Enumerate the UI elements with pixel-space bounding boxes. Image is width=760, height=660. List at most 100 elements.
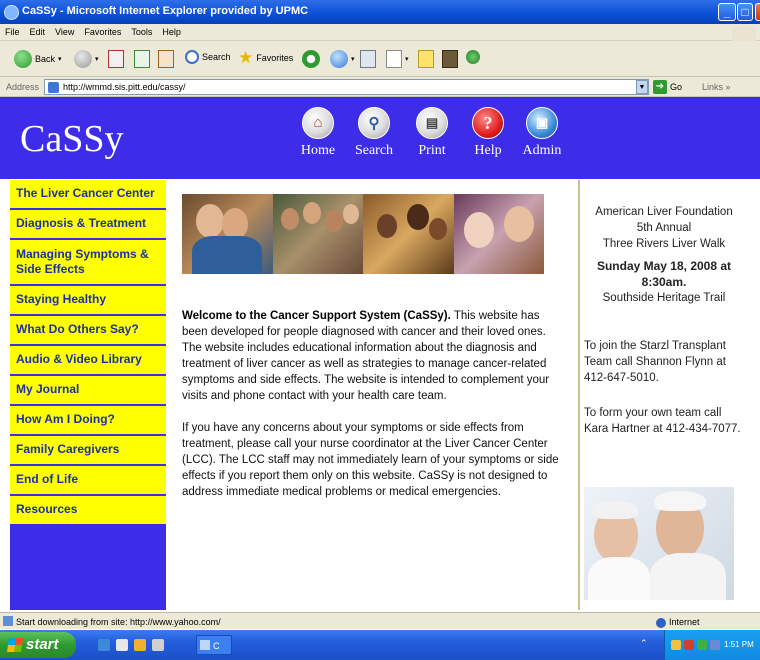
menu-favorites[interactable]: Favorites [79,24,126,37]
taskbar: start C ⌃ 1:51 PM [0,630,760,660]
zone-label: Internet [669,617,700,627]
maximize-button[interactable]: □ [737,3,753,21]
window-title-bar: CaSSy - Microsoft Internet Explorer prov… [0,0,760,24]
mail-icon [330,50,348,68]
print-icon: ▤ [416,107,448,139]
hero-photo-strip [182,194,544,274]
edit-button[interactable]: ▾ [386,50,409,68]
refresh-button[interactable] [134,50,150,68]
nav-liver-cancer-center[interactable]: The Liver Cancer Center [10,180,166,210]
walk-location: Southside Heritage Trail [602,292,726,304]
menu-bar: File Edit View Favorites Tools Help [0,24,760,41]
walk-org: American Liver Foundation [595,206,733,218]
ie-quicklaunch-icon[interactable] [98,639,110,651]
address-label: Address [6,82,40,92]
taskbar-window-button[interactable]: C [196,635,232,655]
admin-icon: ▣ [526,107,558,139]
go-label: Go [670,82,683,92]
nav-home-button[interactable]: ⌂ Home [290,107,346,159]
address-dropdown-icon[interactable]: ▼ [636,80,648,94]
history-icon [302,50,320,68]
home-icon: ⌂ [302,107,334,139]
photo-elderly-men [584,487,734,600]
nav-end-of-life[interactable]: End of Life [10,466,166,496]
download-icon [3,616,13,626]
main-content: Welcome to the Cancer Support System (Ca… [182,308,567,516]
status-bar: Start downloading from site: http://www.… [0,612,760,629]
nav-managing-symptoms[interactable]: Managing Symptoms & Side Effects [10,240,166,286]
start-label: start [26,636,59,653]
site-header: CaSSy ⌂ Home ⚲ Search ▤ Print ? Help ▣ A… [0,97,760,179]
favorites-toolbar-button[interactable]: ★ Favorites [238,48,294,67]
minimize-button[interactable]: _ [718,3,736,21]
folder-icon [418,50,434,68]
tray-icon-4[interactable] [710,640,720,650]
join-team-info: To join the Starzl Transplant Team call … [584,340,726,384]
photo-family-group [272,194,363,274]
outlook-quicklaunch-icon[interactable] [152,639,164,651]
nav-admin-label: Admin [522,143,562,158]
menu-view[interactable]: View [50,24,79,37]
welcome-paragraph: Welcome to the Cancer Support System (Ca… [182,308,567,404]
site-logo[interactable]: CaSSy [20,117,123,161]
nav-print-button[interactable]: ▤ Print [404,107,460,159]
home-toolbar-icon [158,50,174,68]
tray-icon-3[interactable] [697,640,707,650]
messenger-icon [466,50,480,64]
research-button[interactable] [442,50,458,68]
photo-children [363,194,454,274]
forward-button[interactable]: ▾ [74,50,99,68]
nav-help-label: Help [474,143,502,158]
tray-icon-1[interactable] [671,640,681,650]
messenger-button[interactable] [466,50,480,64]
status-text: Start downloading from site: http://www.… [16,617,221,627]
nav-admin-button[interactable]: ▣ Admin [514,107,570,159]
globe-icon [656,617,666,628]
nav-what-do-others-say[interactable]: What Do Others Say? [10,316,166,346]
go-button[interactable]: ➔ Go [653,80,682,94]
tray-icon-2[interactable] [684,640,694,650]
home-toolbar-button[interactable] [158,50,174,68]
back-button[interactable]: Back ▾ [14,50,62,68]
nav-staying-healthy[interactable]: Staying Healthy [10,286,166,316]
nav-how-am-i-doing[interactable]: How Am I Doing? [10,406,166,436]
search-toolbar-button[interactable]: Search [185,50,231,64]
menu-file[interactable]: File [0,24,25,37]
nav-family-caregivers[interactable]: Family Caregivers [10,436,166,466]
menu-tools[interactable]: Tools [126,24,157,37]
back-arrow-icon [14,50,32,68]
nav-audio-video-library[interactable]: Audio & Video Library [10,346,166,376]
close-button[interactable] [755,3,760,21]
links-toolbar[interactable]: Links » [702,82,731,92]
mail-button[interactable]: ▾ [330,50,355,68]
browser-toolbar: Back ▾ ▾ Search ★ Favorites ▾ ▾ [0,41,760,77]
start-button[interactable]: start [0,632,76,658]
desktop-quicklaunch-icon[interactable] [116,639,128,651]
menu-edit[interactable]: Edit [25,24,51,37]
walk-date: Sunday May 18, 2008 at 8:30am. [596,259,732,289]
nav-resources[interactable]: Resources [10,496,166,526]
tray-expand-icon[interactable]: ⌃ [640,638,648,649]
menu-help[interactable]: Help [157,24,186,37]
links-label: Links [702,82,724,92]
back-dropdown-icon[interactable]: ▾ [58,55,62,63]
windows-logo-icon [7,638,23,652]
history-button[interactable] [302,50,320,68]
search-toolbar-label: Search [202,52,231,62]
nav-diagnosis-treatment[interactable]: Diagnosis & Treatment [10,210,166,240]
stop-button[interactable] [108,50,124,68]
nav-my-journal[interactable]: My Journal [10,376,166,406]
favorites-toolbar-label: Favorites [256,53,294,63]
nav-search-button[interactable]: ⚲ Search [346,107,402,159]
address-bar: Address http://wmmd.sis.pitt.edu/cassy/ … [0,77,760,97]
edit-icon [386,50,402,68]
discuss-button[interactable] [418,50,434,68]
address-input[interactable]: http://wmmd.sis.pitt.edu/cassy/ [44,79,649,95]
taskbar-clock[interactable]: 1:51 PM [724,640,754,649]
security-zone: Internet [656,617,700,628]
media-quicklaunch-icon[interactable] [134,639,146,651]
forward-dropdown-icon[interactable]: ▾ [95,55,99,63]
print-toolbar-button[interactable] [360,50,376,68]
star-icon: ★ [238,48,254,67]
nav-help-button[interactable]: ? Help [460,107,516,159]
